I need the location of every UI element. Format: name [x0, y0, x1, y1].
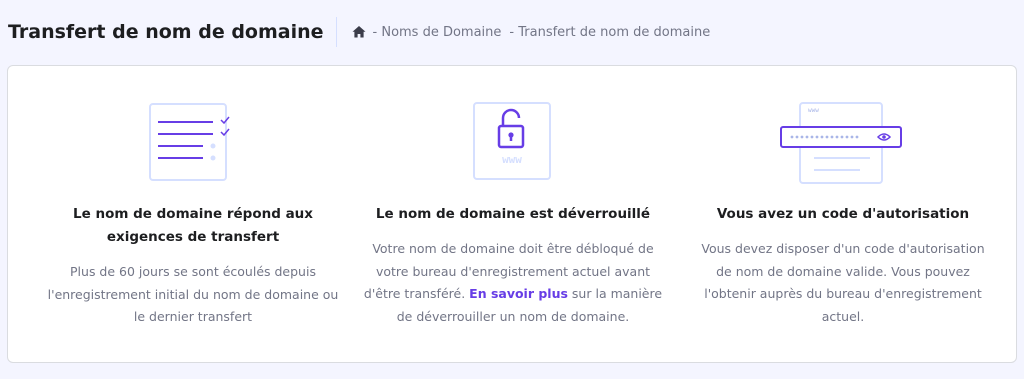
requirement-eligibility: Le nom de domaine répond aux exigences d…: [28, 66, 358, 329]
www-label: www: [808, 107, 819, 114]
requirement-description: Votre nom de domaine doit être débloqué …: [362, 238, 664, 328]
www-label: www: [502, 153, 522, 166]
requirement-unlocked: www Le nom de domaine est déverrouillé V…: [348, 66, 678, 328]
illustration-3: www: [678, 66, 1008, 188]
requirement-description: Vous devez disposer d'un code d'autorisa…: [701, 241, 985, 324]
auth-code-browser-icon: www: [780, 102, 902, 184]
requirement-title: Le nom de domaine est déverrouillé: [375, 206, 651, 222]
breadcrumb-item-domains[interactable]: - Noms de Domaine: [373, 25, 502, 40]
header-divider: [335, 17, 337, 47]
unlocked-padlock-icon: www: [473, 102, 551, 180]
requirement-title: Vous avez un code d'autorisation: [716, 206, 970, 222]
breadcrumb: - Noms de Domaine - Transfert de nom de …: [351, 24, 719, 40]
page-title: Transfert de nom de domaine: [8, 21, 324, 43]
home-icon[interactable]: [351, 24, 367, 40]
requirement-auth-code: www Vous avez un code d'autorisation Vou…: [678, 66, 1008, 328]
requirement-title: Le nom de domaine répond aux exigences d…: [73, 206, 313, 245]
requirement-description: Plus de 60 jours se sont écoulés depuis …: [47, 264, 339, 324]
illustration-1: [28, 66, 358, 188]
breadcrumb-item-transfer: - Transfert de nom de domaine: [509, 24, 711, 40]
learn-more-link[interactable]: En savoir plus: [469, 286, 568, 301]
checklist-icon: [149, 103, 230, 181]
page-header: Transfert de nom de domaine - Noms de Do…: [0, 0, 1024, 64]
requirements-card: Le nom de domaine répond aux exigences d…: [7, 65, 1017, 363]
illustration-2: www: [348, 66, 678, 188]
